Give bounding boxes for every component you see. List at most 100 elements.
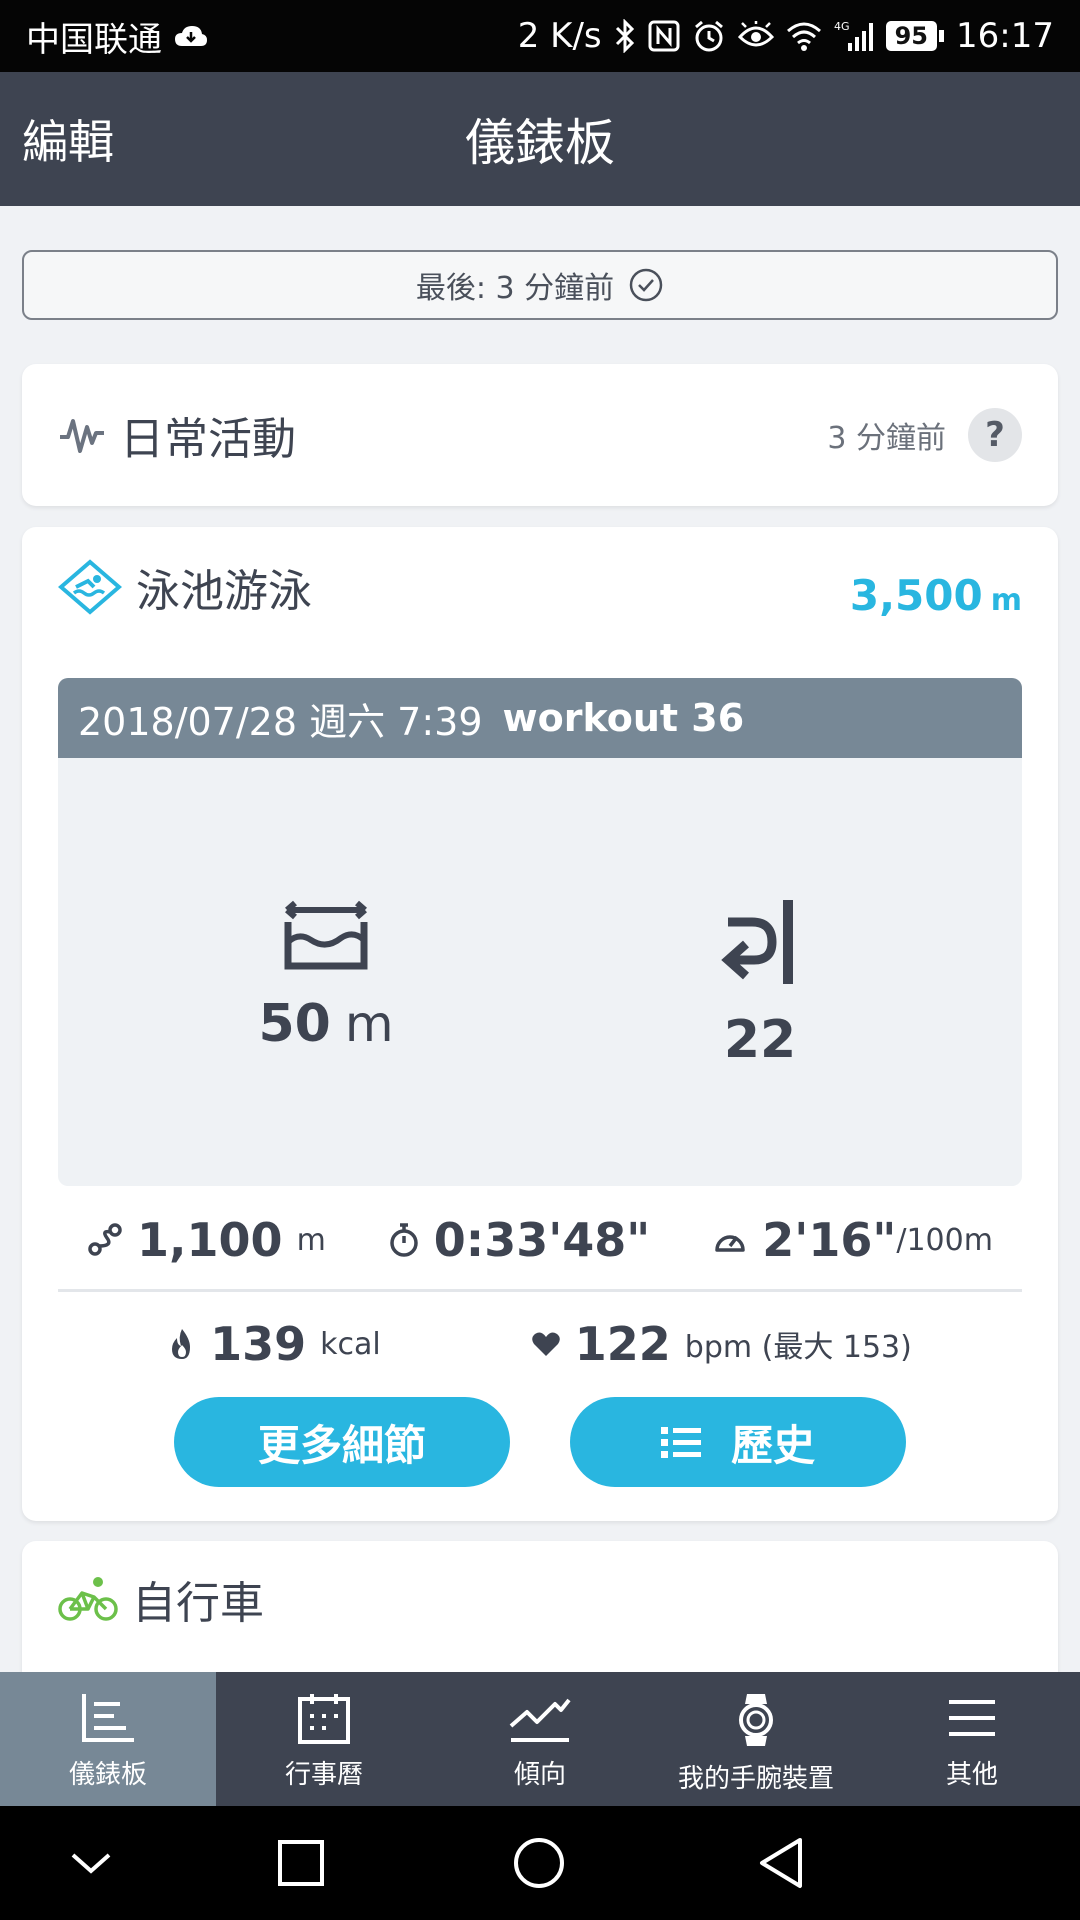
cloud-icon <box>175 26 207 46</box>
nav-other-label: 其他 <box>945 1760 998 1790</box>
list-icon <box>660 1427 701 1458</box>
heart-icon <box>531 1332 560 1356</box>
pace-stat-value: 2'16" <box>762 1213 897 1267</box>
nav-dashboard[interactable]: 儀錶板 <box>0 1672 216 1806</box>
system-nav-bar <box>0 1806 1080 1920</box>
square-icon <box>278 1840 324 1886</box>
alarm-icon <box>694 20 723 52</box>
more-details-button[interactable]: 更多細節 <box>174 1397 510 1487</box>
nav-dashboard-label: 儀錶板 <box>68 1760 147 1790</box>
activity-wave-icon <box>60 419 104 453</box>
workout-date: 2018/07/28 週六 7:39 <box>78 699 483 744</box>
chevron-down-icon <box>71 1853 111 1874</box>
stats-row-2: 139 kcal 122 bpm (最大 153) <box>22 1311 1058 1377</box>
menu-icon <box>949 1700 995 1736</box>
speedometer-icon <box>715 1235 746 1252</box>
pool-length-unit: m <box>344 995 394 1053</box>
total-distance-value: 3,500 <box>849 571 983 620</box>
network-type: 4G <box>834 20 850 33</box>
pace-stat: 2'16" /100m <box>712 1213 993 1267</box>
triangle-back-icon <box>760 1838 802 1888</box>
history-button[interactable]: 歷史 <box>570 1397 906 1487</box>
dashboard-icon <box>82 1694 134 1742</box>
pace-stat-unit: /100m <box>896 1222 993 1258</box>
eye-icon <box>737 21 774 47</box>
circle-icon <box>514 1838 564 1888</box>
battery-level: 95 <box>885 21 938 51</box>
workout-header: 2018/07/28 週六 7:39 workout 36 <box>58 678 1022 758</box>
nav-trends-label: 傾向 <box>513 1760 566 1790</box>
battery-icon: 95 <box>885 21 945 51</box>
pool-length-icon <box>284 900 368 970</box>
nav-my-device[interactable]: 我的手腕裝置 <box>648 1672 864 1806</box>
nav-trends[interactable]: 傾向 <box>432 1672 648 1806</box>
duration-stat-value: 0:33'48" <box>433 1213 651 1267</box>
daily-activity-title: 日常活動 <box>120 414 296 465</box>
edit-button[interactable]: 編輯 <box>22 72 114 206</box>
signal-icon: 4G <box>834 20 873 51</box>
calories-stat-value: 139 <box>210 1317 307 1371</box>
nav-calendar-label: 行事曆 <box>284 1760 363 1790</box>
pool-swim-icon <box>58 559 122 615</box>
back-button[interactable] <box>748 1830 814 1896</box>
distance-stat: 1,100 m <box>87 1213 326 1267</box>
stopwatch-icon <box>390 1223 418 1257</box>
more-details-label: 更多細節 <box>257 1420 426 1470</box>
pool-swim-card: 泳池游泳 3,500 m 2018/07/28 週六 7:39 workout … <box>22 527 1058 1521</box>
workout-name: workout 36 <box>502 696 745 740</box>
stats-row-1: 1,100 m 0:33'48" 2'16" /100m <box>22 1205 1058 1275</box>
bicycle-icon <box>58 1577 118 1621</box>
bicycle-title: 自行車 <box>132 1578 264 1629</box>
workout-panel[interactable]: 2018/07/28 週六 7:39 workout 36 50 m 22 <box>58 678 1022 1186</box>
recents-button[interactable] <box>268 1830 334 1896</box>
heart-rate-stat: 122 bpm (最大 153) <box>531 1317 912 1371</box>
app-header: 編輯 儀錶板 <box>0 72 1080 206</box>
daily-activity-updated: 3 分鐘前 <box>827 421 946 456</box>
pool-length-number: 50 <box>258 994 331 1054</box>
net-speed: 2 K/s <box>517 16 602 56</box>
bottom-nav: 儀錶板 行事曆 傾向 我的手腕裝置 其他 <box>0 1672 1080 1806</box>
heart-rate-stat-unit: bpm (最大 153) <box>684 1330 912 1365</box>
laps-number: 22 <box>723 1010 797 1070</box>
history-label: 歷史 <box>730 1420 815 1470</box>
laps-metric: 22 <box>610 898 910 1070</box>
heart-rate-stat-value: 122 <box>574 1317 671 1371</box>
total-distance-unit: m <box>990 583 1022 618</box>
bicycle-header: 自行車 <box>58 1569 264 1629</box>
nav-other[interactable]: 其他 <box>864 1672 1080 1806</box>
nav-calendar[interactable]: 行事曆 <box>216 1672 432 1806</box>
calendar-icon <box>298 1694 350 1744</box>
status-right: 2 K/s 4G 95 16:17 <box>518 16 1054 56</box>
laps-icon <box>721 900 793 984</box>
home-button[interactable] <box>506 1830 572 1896</box>
daily-activity-card[interactable]: 日常活動 3 分鐘前 ? <box>22 364 1058 506</box>
nav-my-device-label: 我的手腕裝置 <box>677 1764 834 1794</box>
daily-activity-meta: 3 分鐘前 ? <box>827 364 1022 506</box>
watch-icon <box>739 1694 773 1746</box>
distance-stat-unit: m <box>296 1222 326 1258</box>
stats-divider <box>58 1289 1022 1292</box>
help-button[interactable]: ? <box>968 408 1022 462</box>
calories-stat-unit: kcal <box>320 1326 381 1362</box>
bluetooth-icon <box>615 19 634 53</box>
duration-stat: 0:33'48" <box>388 1213 650 1267</box>
check-circle-icon <box>629 268 663 302</box>
sync-label: 最後: 3 分鐘前 <box>415 271 615 306</box>
pool-length-metric: 50 m <box>176 898 476 1054</box>
carrier-name: 中国联通 <box>26 19 162 60</box>
pool-swim-title: 泳池游泳 <box>136 566 312 617</box>
clock: 16:17 <box>956 16 1054 56</box>
calories-stat: 139 kcal <box>168 1317 381 1371</box>
page-title: 儀錶板 <box>465 114 615 172</box>
distance-stat-value: 1,100 <box>137 1213 283 1267</box>
laps-value: 22 <box>724 1010 796 1070</box>
collapse-button[interactable] <box>58 1830 124 1896</box>
total-distance: 3,500 m <box>850 571 1022 620</box>
wifi-icon <box>786 22 821 51</box>
pool-swim-header: 泳池游泳 <box>58 557 312 617</box>
pool-length-value: 50 m <box>258 994 393 1054</box>
trend-icon <box>509 1698 571 1742</box>
route-icon <box>88 1223 122 1256</box>
nfc-icon <box>648 20 680 52</box>
sync-status-bar[interactable]: 最後: 3 分鐘前 <box>22 250 1058 320</box>
